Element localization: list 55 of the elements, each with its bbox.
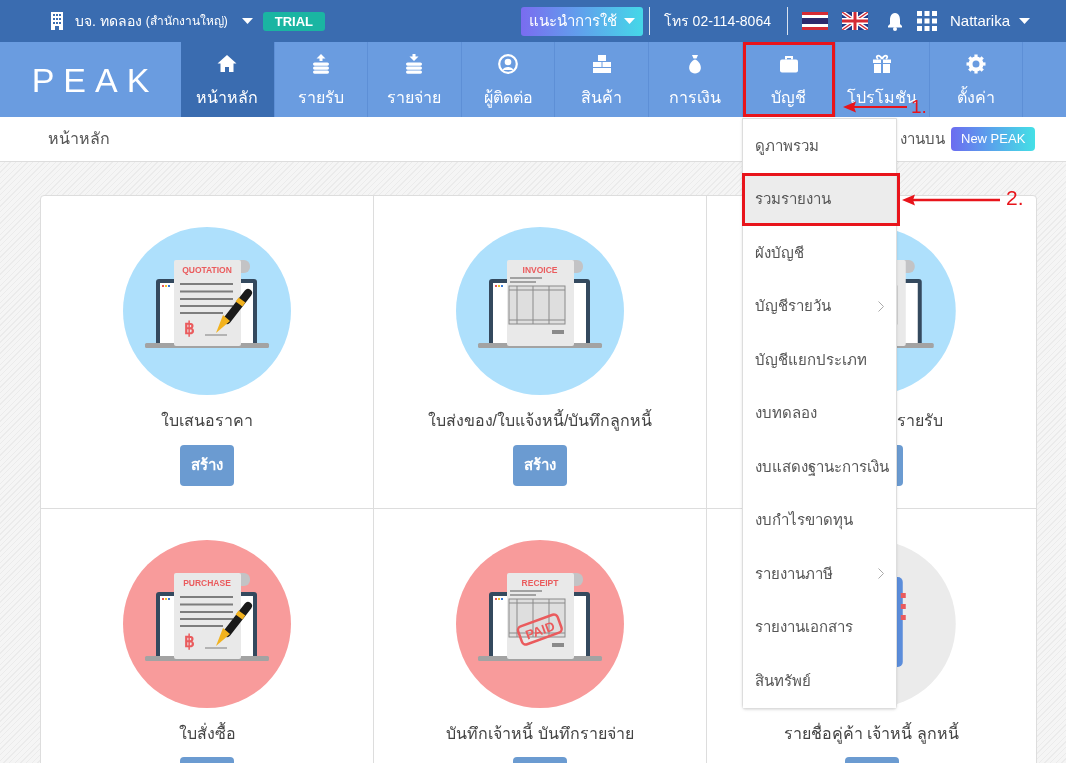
thai-flag-icon[interactable] <box>801 12 828 30</box>
document-title: QUOTATION <box>182 265 232 275</box>
logo[interactable]: PEAK <box>22 59 159 100</box>
create-button[interactable]: สร้าง <box>513 445 567 486</box>
gear-icon <box>966 54 987 74</box>
page-title: หน้าหลัก <box>48 129 110 149</box>
menu-item[interactable]: บัญชีแยกประเภท <box>743 333 896 387</box>
branch-name[interactable]: (สำนักงานใหญ่) <box>145 13 228 29</box>
boxes-icon <box>591 54 612 74</box>
pen-drawing <box>216 602 252 646</box>
menu-item[interactable]: รายงานภาษี <box>743 547 896 601</box>
gift-icon <box>872 54 893 74</box>
coins-up-icon <box>310 54 331 74</box>
grid-icon[interactable] <box>916 11 937 31</box>
menu-item[interactable]: ดูภาพรวม <box>743 119 896 173</box>
home-icon <box>217 54 238 74</box>
bell-icon[interactable] <box>886 11 903 31</box>
uk-flag-icon[interactable] <box>841 12 868 30</box>
building-icon <box>50 12 64 30</box>
user-name[interactable]: Nattarika <box>949 9 1010 33</box>
document-title: INVOICE <box>522 265 558 275</box>
menu-item[interactable]: ผังบัญชี <box>743 226 896 280</box>
user-circle-icon <box>498 54 519 74</box>
stamp: PAID <box>515 612 565 647</box>
card-title: บันทึกเจ้าหนี้ บันทึกรายจ่าย <box>446 724 634 744</box>
menu-item[interactable]: รายงานเอกสาร <box>743 600 896 654</box>
caret-down-icon[interactable] <box>1019 18 1030 24</box>
pen-drawing <box>216 289 252 333</box>
card-title: ใบสั่งซื้อ <box>178 724 236 744</box>
document-title: RECEIPT <box>521 578 559 588</box>
menu-item[interactable]: งบแสดงฐานะการเงิน <box>743 440 896 494</box>
card-title: รายชื่อคู่ค้า เจ้าหนี้ ลูกหนี้ <box>784 724 959 744</box>
briefcase-icon <box>778 54 799 74</box>
card-title: ใบส่งของ/ใบแจ้งหนี้/บันทึกลูกหนี้ <box>427 411 653 431</box>
nav-tab[interactable]: บัญชี <box>742 42 837 117</box>
menu-item[interactable]: สินทรัพย์ <box>743 654 896 708</box>
menu-item[interactable]: งบทดลอง <box>743 386 896 440</box>
document-title: PURCHASE <box>183 578 231 588</box>
currency-symbol: ฿ <box>183 319 195 338</box>
new-peak-badge[interactable]: New PEAK <box>951 127 1036 151</box>
notice-text: งานบน <box>900 128 945 149</box>
nav-tab[interactable]: หน้าหลัก <box>181 42 275 117</box>
caret-down-icon[interactable] <box>241 18 253 24</box>
phone-number: โทร 02-114-8064 <box>663 11 771 31</box>
coins-down-icon <box>404 54 425 74</box>
currency-symbol: ฿ <box>183 632 195 651</box>
step-number: 2. <box>1006 186 1024 210</box>
company-name[interactable]: บจ. ทดลอง <box>75 12 142 30</box>
guide-button[interactable]: แนะนำการใช้ <box>520 6 643 36</box>
button-edge[interactable] <box>844 757 899 763</box>
create-button[interactable]: สร้าง <box>180 445 234 486</box>
card-title: ใบเสนอราคา <box>161 411 253 431</box>
card-title: รายรับ <box>897 411 943 431</box>
menu-item[interactable]: งบกำไรขาดทุน <box>743 493 896 547</box>
plan-badge: TRIAL <box>262 11 326 31</box>
